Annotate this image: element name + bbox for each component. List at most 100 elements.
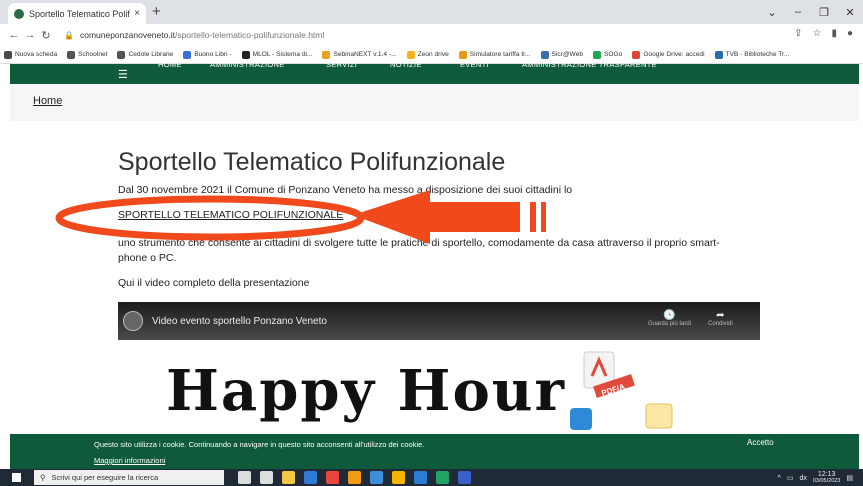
bookmark-favicon-icon <box>183 50 192 59</box>
cookie-accept-button[interactable]: Accetto <box>747 438 774 447</box>
reload-icon[interactable]: ↻ <box>38 29 54 42</box>
bookmark-label: Simulatore tariffa tr... <box>469 51 531 58</box>
share-label: Condividi <box>708 321 733 327</box>
bookmark-item[interactable]: Nuova scheda <box>4 50 57 59</box>
bookmark-item[interactable]: Zeon drive <box>406 50 449 59</box>
nav-item[interactable]: AMMINISTRAZIONE <box>210 60 285 69</box>
breadcrumb: Home <box>10 84 859 121</box>
network-icon[interactable]: ▭ <box>787 474 794 482</box>
bookmark-favicon-icon <box>714 50 723 59</box>
nav-item[interactable]: AMMINISTRAZIONE TRASPARENTE <box>522 60 657 69</box>
thumbnail-text: Happy Hour <box>166 358 567 424</box>
taskbar-app-icon[interactable] <box>392 471 405 484</box>
lock-icon: 🔒 <box>64 30 74 40</box>
browser-tab[interactable]: Sportello Telematico Polifunzionale × <box>8 3 146 24</box>
bookmark-label: Zeon drive <box>417 51 449 58</box>
tray-chevron-icon[interactable]: ^ <box>778 475 781 482</box>
minimize-icon[interactable]: – <box>785 6 811 18</box>
system-tray: ^ ▭ dx 12:13 03/05/2023 ▤ <box>778 471 853 485</box>
taskbar-apps <box>238 471 471 484</box>
taskbar-app-icon[interactable] <box>304 471 317 484</box>
bookmark-item[interactable]: Simulatore tariffa tr... <box>458 50 531 59</box>
bookmark-item[interactable]: Cedole Librarie <box>117 50 174 59</box>
maximize-icon[interactable]: ❐ <box>811 6 837 19</box>
sidepanel-icon[interactable]: ▮ <box>831 28 837 39</box>
windows-taskbar: ⚲ Scrivi qui per eseguire la ricerca ^ ▭… <box>0 469 863 486</box>
video-topbar: Video evento sportello Ponzano Veneto 🕓 … <box>118 302 760 340</box>
taskbar-app-icon[interactable] <box>326 471 339 484</box>
keyboard-lang[interactable]: dx <box>799 475 806 482</box>
bookmark-label: Buono Libri - <box>194 51 232 58</box>
bookmark-item[interactable]: Google Drive: accedi <box>632 50 705 59</box>
video-title[interactable]: Video evento sportello Ponzano Veneto <box>152 316 327 327</box>
share-video-button[interactable]: ➦ Condividi <box>708 310 733 327</box>
back-arrow-icon[interactable]: ← <box>6 29 22 41</box>
nav-item[interactable]: SERVIZI <box>326 60 357 69</box>
bookmark-favicon-icon <box>322 50 331 59</box>
bookmark-label: Cedole Librarie <box>128 51 174 58</box>
channel-avatar[interactable] <box>123 311 143 331</box>
close-window-icon[interactable]: ✕ <box>837 6 863 19</box>
watch-later-button[interactable]: 🕓 Guarda più tardi <box>648 310 691 327</box>
url-field[interactable]: 🔒 comuneponzanoveneto.it/sportello-telem… <box>64 30 324 40</box>
bookmark-favicon-icon <box>117 50 126 59</box>
bookmark-label: Schoolnet <box>78 51 108 58</box>
taskbar-search-box[interactable]: ⚲ Scrivi qui per eseguire la ricerca <box>34 470 224 485</box>
share-icon[interactable]: ⇪ <box>794 28 802 39</box>
forward-arrow-icon[interactable]: → <box>22 29 38 41</box>
windows-start-icon[interactable] <box>12 473 21 482</box>
new-tab-button[interactable]: + <box>152 3 161 20</box>
taskbar-app-icon[interactable] <box>282 471 295 484</box>
taskbar-app-icon[interactable] <box>414 471 427 484</box>
breadcrumb-home-link[interactable]: Home <box>33 95 62 107</box>
video-intro-text: Qui il video completo della presentazion… <box>118 277 310 289</box>
clock-icon: 🕓 <box>663 310 676 321</box>
tab-close-icon[interactable]: × <box>134 8 140 19</box>
taskbar-app-icon[interactable] <box>458 471 471 484</box>
bookmark-item[interactable]: Buono Libri - <box>183 50 232 59</box>
bookmark-item[interactable]: MLOL - Sistema di... <box>241 50 313 59</box>
hamburger-menu-icon[interactable]: ☰ <box>118 68 128 81</box>
address-actions: ⇪ ☆ ▮ ● <box>794 28 853 39</box>
bookmark-label: MLOL - Sistema di... <box>252 51 313 58</box>
bookmark-item[interactable]: TVB - Biblioteche Tr... <box>714 50 790 59</box>
pdf-graphic: PDF/A <box>570 351 673 430</box>
bookmark-item[interactable]: Sicr@Web <box>540 50 584 59</box>
bookmark-item[interactable]: SebinaNEXT v.1.4 -... <box>322 50 397 59</box>
nav-item[interactable]: NOTIZIE <box>390 60 422 69</box>
bookmark-item[interactable]: SOGo <box>593 50 623 59</box>
clock-time: 12:13 <box>817 471 836 478</box>
sportello-link[interactable]: SPORTELLO TELEMATICO POLIFUNZIONALE <box>118 209 343 221</box>
watch-later-label: Guarda più tardi <box>648 321 692 327</box>
cookie-text: Questo sito utilizza i cookie. Continuan… <box>94 440 425 449</box>
bookmark-favicon-icon <box>4 50 12 59</box>
cookie-info-link[interactable]: Maggiori informazioni <box>94 456 165 465</box>
bookmark-label: Sicr@Web <box>551 51 584 58</box>
taskbar-app-icon[interactable] <box>436 471 449 484</box>
bookmark-favicon-icon <box>406 50 415 59</box>
nav-item[interactable]: HOME <box>158 60 182 69</box>
notification-icon[interactable]: ▤ <box>846 474 853 482</box>
bookmark-favicon-icon <box>458 50 467 59</box>
video-embed[interactable]: Video evento sportello Ponzano Veneto 🕓 … <box>118 302 760 434</box>
annotation-arrow-stripe <box>530 202 536 232</box>
share-arrow-icon: ➦ <box>716 310 725 321</box>
bookmark-favicon-icon <box>241 50 250 59</box>
description-paragraph: uno strumento che consente ai cittadini … <box>118 237 720 264</box>
bookmark-item[interactable]: Schoolnet <box>67 50 108 59</box>
bookmark-star-icon[interactable]: ☆ <box>812 28 821 39</box>
bookmark-favicon-icon <box>540 50 549 59</box>
nav-item[interactable]: EVENTI <box>460 60 489 69</box>
taskbar-app-icon[interactable] <box>238 471 251 484</box>
profile-icon[interactable]: ● <box>847 28 853 39</box>
intro-paragraph: Dal 30 novembre 2021 il Comune di Ponzan… <box>118 184 573 196</box>
taskbar-app-icon[interactable] <box>370 471 383 484</box>
bookmark-label: TVB - Biblioteche Tr... <box>725 51 790 58</box>
tab-search-icon[interactable]: ⌄ <box>759 6 785 19</box>
taskbar-search-placeholder: Scrivi qui per eseguire la ricerca <box>51 473 159 482</box>
bookmark-label: SOGo <box>604 51 623 58</box>
taskbar-app-icon[interactable] <box>348 471 361 484</box>
taskbar-app-icon[interactable] <box>260 471 273 484</box>
site-favicon-icon <box>14 8 24 19</box>
clock[interactable]: 12:13 03/05/2023 <box>813 471 841 485</box>
